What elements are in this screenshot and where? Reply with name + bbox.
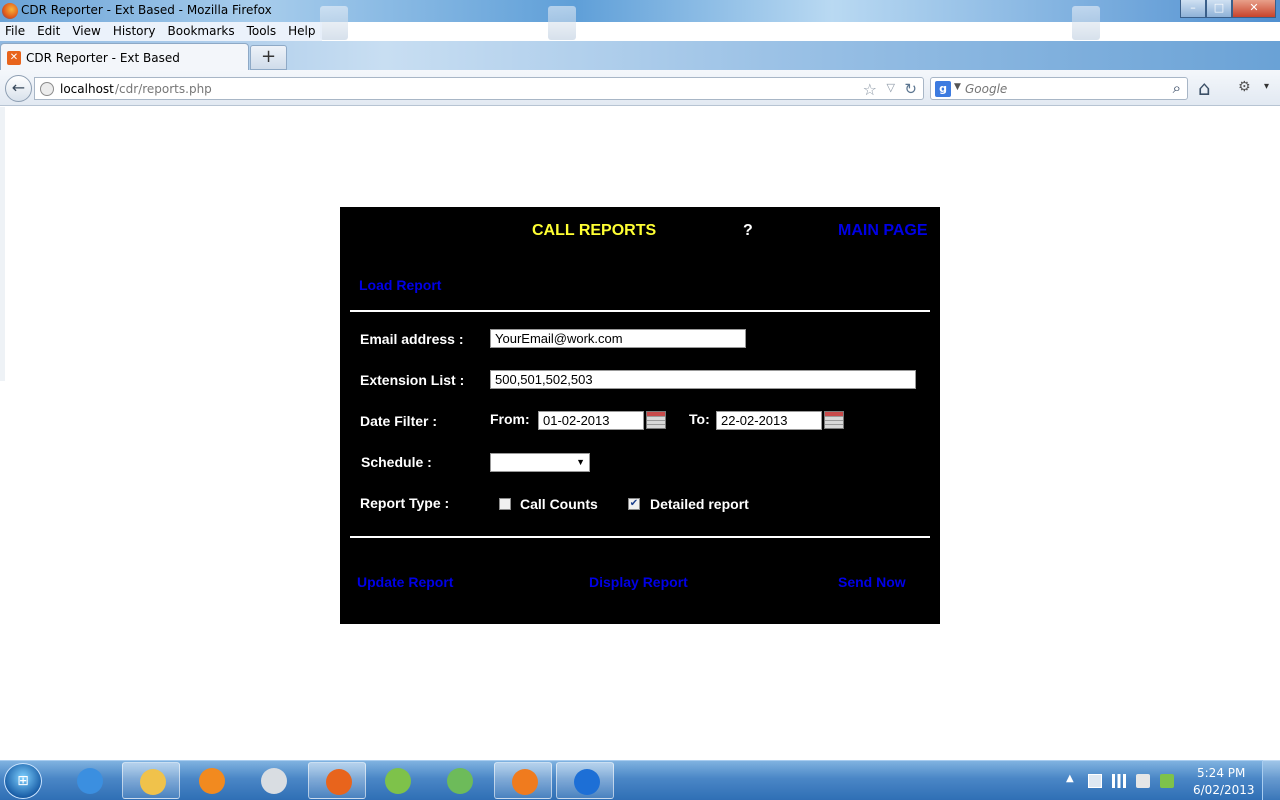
taskbar-firefox-button[interactable]	[308, 762, 366, 799]
date-filter-label: Date Filter :	[360, 413, 438, 429]
send-now-link[interactable]: Send Now	[838, 574, 906, 590]
taskbar-internet-explorer-button[interactable]	[60, 762, 118, 799]
menu-bar: File Edit View History Bookmarks Tools H…	[0, 22, 322, 41]
firefox-logo-icon	[2, 3, 18, 19]
load-report-link[interactable]: Load Report	[359, 277, 441, 293]
window-titlebar: CDR Reporter - Ext Based - Mozilla Firef…	[0, 0, 1280, 40]
main-page-link[interactable]: MAIN PAGE	[838, 222, 927, 240]
page-content: CALL REPORTS ? MAIN PAGE Load Report Ema…	[0, 107, 1280, 759]
call-counts-checkbox[interactable]	[499, 498, 511, 510]
close-window-button[interactable]: ✕	[1232, 0, 1276, 18]
show-desktop-button[interactable]	[1262, 760, 1280, 800]
file-explorer-icon	[140, 769, 166, 795]
call-counts-label: Call Counts	[520, 496, 598, 512]
teamviewer-icon	[574, 769, 600, 795]
menu-file[interactable]: File	[0, 22, 32, 41]
google-engine-icon[interactable]: g	[935, 81, 951, 97]
divider-top	[350, 310, 930, 312]
tab-cdr-reporter[interactable]: ✕ CDR Reporter - Ext Based	[0, 43, 249, 71]
call-reports-panel: CALL REPORTS ? MAIN PAGE Load Report Ema…	[340, 207, 940, 624]
taskbar-xampp-button[interactable]	[494, 762, 552, 799]
media-player-icon	[199, 768, 225, 794]
back-button[interactable]: ←	[5, 75, 32, 102]
desktop-document-icon	[548, 6, 576, 40]
bookmark-star-icon[interactable]: ☆	[863, 80, 877, 99]
update-report-link[interactable]: Update Report	[357, 574, 453, 590]
taskbar-teamviewer-button[interactable]	[556, 762, 614, 799]
desktop-shortcut-icon	[1072, 6, 1100, 40]
search-bar[interactable]: g ▼ ⌕	[930, 77, 1188, 100]
taskbar-file-explorer-button[interactable]	[122, 762, 180, 799]
maximize-button[interactable]: □	[1206, 0, 1232, 18]
report-type-label: Report Type :	[360, 495, 450, 511]
taskbar-xampp-cross-button[interactable]	[368, 762, 426, 799]
navigation-toolbar: ← localhost /cdr/reports.php ☆ ▽ ↻ g ▼ ⌕	[0, 70, 1280, 106]
search-engine-dropdown-icon[interactable]: ▼	[954, 82, 961, 92]
taskbar-media-player-button[interactable]	[182, 762, 240, 799]
to-date-field[interactable]	[716, 411, 822, 430]
globe-icon	[40, 82, 54, 96]
help-link[interactable]: ?	[743, 222, 753, 240]
clock-app-icon	[261, 768, 287, 794]
new-tab-button[interactable]: +	[250, 45, 287, 70]
url-path: /cdr/reports.php	[115, 82, 212, 96]
addon-dropdown-icon[interactable]: ▾	[1264, 81, 1269, 92]
extension-list-field[interactable]	[490, 370, 916, 389]
tray-expand-icon[interactable]: ▲	[1066, 773, 1074, 784]
divider-bottom	[350, 536, 930, 538]
tab-label: CDR Reporter - Ext Based	[26, 51, 180, 65]
xampp-cross-icon	[385, 768, 411, 794]
menu-help[interactable]: Help	[282, 22, 322, 41]
to-label: To:	[689, 411, 710, 427]
users-app-icon	[447, 768, 473, 794]
window-title: CDR Reporter - Ext Based - Mozilla Firef…	[21, 3, 272, 17]
detailed-report-label: Detailed report	[650, 496, 749, 512]
volume-muted-icon[interactable]	[1136, 774, 1150, 788]
display-report-link[interactable]: Display Report	[589, 574, 688, 590]
url-history-dropdown-icon[interactable]: ▽	[887, 81, 895, 94]
url-host: localhost	[60, 82, 114, 96]
extension-label: Extension List :	[360, 372, 465, 388]
email-field[interactable]	[490, 329, 746, 348]
minimize-button[interactable]: –	[1180, 0, 1206, 18]
firefox-icon	[326, 769, 352, 795]
search-icon[interactable]: ⌕	[1173, 79, 1181, 97]
start-button[interactable]: ⊞	[4, 763, 42, 799]
menu-tools[interactable]: Tools	[240, 22, 283, 41]
tray-app-icon[interactable]	[1160, 774, 1174, 788]
detailed-report-checkbox[interactable]: ✔	[628, 498, 640, 510]
action-center-icon[interactable]	[1088, 774, 1102, 788]
menu-bookmarks[interactable]: Bookmarks	[161, 22, 241, 41]
page-title: CALL REPORTS	[532, 222, 657, 239]
taskbar-clock-app-button[interactable]	[244, 762, 302, 799]
schedule-select[interactable]: ▼	[490, 453, 590, 472]
from-date-field[interactable]	[538, 411, 644, 430]
search-input[interactable]	[965, 80, 1155, 98]
clock-time[interactable]: 5:24 PM	[1197, 766, 1245, 780]
from-label: From:	[490, 411, 530, 427]
taskbar-users-app-button[interactable]	[430, 762, 488, 799]
chevron-down-icon: ▼	[576, 457, 585, 467]
xampp-icon	[512, 769, 538, 795]
to-calendar-icon[interactable]	[824, 411, 844, 429]
xampp-favicon-icon: ✕	[7, 51, 21, 65]
addon-icon[interactable]: ⚙	[1238, 79, 1251, 95]
desktop-file-icon	[320, 6, 348, 40]
reload-icon[interactable]: ↻	[904, 80, 917, 98]
menu-history[interactable]: History	[106, 22, 162, 41]
tab-bar: ✕ CDR Reporter - Ext Based +	[0, 41, 1280, 71]
internet-explorer-icon	[77, 768, 103, 794]
clock-date[interactable]: 6/02/2013	[1193, 783, 1255, 797]
schedule-label: Schedule :	[361, 454, 432, 470]
home-icon[interactable]: ⌂	[1198, 76, 1211, 100]
network-signal-icon[interactable]	[1112, 774, 1126, 788]
from-calendar-icon[interactable]	[646, 411, 666, 429]
url-bar[interactable]: localhost /cdr/reports.php ☆ ▽ ↻	[34, 77, 924, 100]
menu-view[interactable]: View	[66, 22, 107, 41]
page-left-edge	[0, 107, 5, 381]
menu-edit[interactable]: Edit	[31, 22, 67, 41]
email-label: Email address :	[360, 331, 464, 347]
